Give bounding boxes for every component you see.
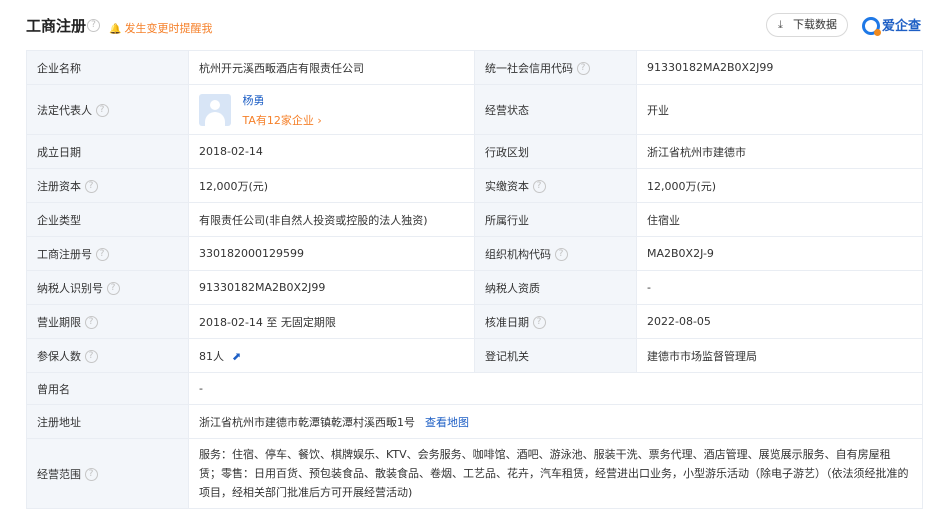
value-reg-number: 330182000129599 (188, 236, 475, 271)
value-industry: 住宿业 (636, 202, 923, 237)
registered-address-text: 浙江省杭州市建德市乾潭镇乾潭村溪西畈1号 (199, 415, 415, 429)
legal-rep-name-link[interactable]: 杨勇 (243, 92, 322, 108)
label-registration-authority: 登记机关 (474, 338, 637, 373)
brand-name: 爱企查 (882, 19, 922, 34)
value-business-status: 开业 (636, 84, 923, 135)
help-icon[interactable]: ? (532, 316, 546, 329)
table-row: 成立日期 2018-02-14 行政区划 浙江省杭州市建德市 (26, 134, 923, 169)
label-business-scope: 经营范围 ? (26, 438, 189, 509)
label-reg-number: 工商注册号 ? (26, 236, 189, 271)
change-alert-label: 发生变更时提醒我 (124, 22, 213, 35)
table-row: 经营范围 ? 服务：住宿、停车、餐饮、棋牌娱乐、KTV、会务服务、咖啡馆、酒吧、… (26, 438, 923, 509)
help-icon[interactable]: ? (95, 248, 109, 261)
value-credit-code: 91330182MA2B0X2J99 (636, 50, 923, 85)
table-row: 注册资本 ? 12,000万(元) 实缴资本 ? 12,000万(元) (26, 168, 923, 203)
value-company-name: 杭州开元溪西畈酒店有限责任公司 (188, 50, 475, 85)
help-icon[interactable]: ? (87, 19, 100, 32)
help-icon[interactable]: ? (576, 62, 590, 75)
table-row: 曾用名 - (26, 372, 923, 405)
label-company-name: 企业名称 (26, 50, 189, 85)
section-header: 工商注册 ? 🔔 发生变更时提醒我 ⤓ 下载数据 爱企查 (0, 0, 952, 50)
insured-count-text: 81人 (199, 349, 224, 363)
table-row: 注册地址 浙江省杭州市建德市乾潭镇乾潭村溪西畈1号 查看地图 (26, 404, 923, 439)
label-org-code-text: 组织机构代码 (485, 247, 551, 261)
label-insured-count: 参保人数 ? (26, 338, 189, 373)
value-approval-date: 2022-08-05 (636, 304, 923, 339)
label-business-scope-text: 经营范围 (37, 467, 81, 481)
value-insured-count: 81人 ⬈ (188, 338, 475, 373)
label-business-term-text: 营业期限 (37, 315, 81, 329)
table-row: 法定代表人 ? 杨勇 TA有12家企业 › 经营状态 开业 (26, 84, 923, 135)
legal-rep-companies-label: TA有12家企业 (242, 113, 314, 127)
value-former-name: - (188, 372, 923, 405)
label-credit-code: 统一社会信用代码 ? (474, 50, 637, 85)
value-establish-date: 2018-02-14 (188, 134, 475, 169)
help-icon[interactable]: ? (532, 180, 546, 193)
value-business-scope: 服务：住宿、停车、餐饮、棋牌娱乐、KTV、会务服务、咖啡馆、酒吧、游泳池、服装干… (188, 438, 923, 509)
legal-rep-companies-link[interactable]: TA有12家企业 › (243, 112, 322, 128)
help-icon[interactable]: ? (84, 468, 98, 481)
download-data-label: 下载数据 (793, 18, 837, 31)
view-map-link[interactable]: 查看地图 (425, 416, 469, 429)
table-row: 参保人数 ? 81人 ⬈ 登记机关 建德市市场监督管理局 (26, 338, 923, 373)
help-icon[interactable]: ? (84, 316, 98, 329)
label-business-term: 营业期限 ? (26, 304, 189, 339)
value-legal-rep: 杨勇 TA有12家企业 › (188, 84, 475, 135)
value-registered-address: 浙江省杭州市建德市乾潭镇乾潭村溪西畈1号 查看地图 (188, 404, 923, 439)
help-icon[interactable]: ? (84, 350, 98, 363)
label-former-name: 曾用名 (26, 372, 189, 405)
value-paid-capital: 12,000万(元) (636, 168, 923, 203)
bell-icon: 🔔 (109, 24, 122, 35)
label-approval-date: 核准日期 ? (474, 304, 637, 339)
label-company-type: 企业类型 (26, 202, 189, 237)
label-approval-date-text: 核准日期 (485, 315, 529, 329)
table-row: 工商注册号 ? 330182000129599 组织机构代码 ? MA2B0X2… (26, 236, 923, 271)
label-credit-code-text: 统一社会信用代码 (485, 61, 573, 75)
table-row: 营业期限 ? 2018-02-14 至 无固定期限 核准日期 ? 2022-08… (26, 304, 923, 339)
help-icon[interactable]: ? (106, 282, 120, 295)
label-registered-capital: 注册资本 ? (26, 168, 189, 203)
trend-chart-icon[interactable]: ⬈ (232, 350, 241, 363)
value-admin-region: 浙江省杭州市建德市 (636, 134, 923, 169)
chevron-right-icon: › (317, 113, 322, 127)
value-company-type: 有限责任公司(非自然人投资或控股的法人独资) (188, 202, 475, 237)
label-insured-count-text: 参保人数 (37, 349, 81, 363)
brand-logo[interactable]: 爱企查 (862, 15, 922, 36)
label-legal-rep: 法定代表人 ? (26, 84, 189, 135)
help-icon[interactable]: ? (84, 180, 98, 193)
help-icon[interactable]: ? (95, 104, 109, 117)
label-registered-address: 注册地址 (26, 404, 189, 439)
label-registered-capital-text: 注册资本 (37, 179, 81, 193)
value-business-term: 2018-02-14 至 无固定期限 (188, 304, 475, 339)
table-row: 纳税人识别号 ? 91330182MA2B0X2J99 纳税人资质 - (26, 270, 923, 305)
label-reg-number-text: 工商注册号 (37, 247, 92, 261)
label-paid-capital: 实缴资本 ? (474, 168, 637, 203)
value-taxpayer-qualification: - (636, 270, 923, 305)
brand-logo-icon (862, 16, 881, 36)
label-taxpayer-id-text: 纳税人识别号 (37, 281, 103, 295)
label-paid-capital-text: 实缴资本 (485, 179, 529, 193)
download-icon: ⤓ (778, 18, 783, 31)
download-data-button[interactable]: ⤓ 下载数据 (766, 13, 848, 37)
label-business-status: 经营状态 (474, 84, 637, 135)
label-admin-region: 行政区划 (474, 134, 637, 169)
label-taxpayer-id: 纳税人识别号 ? (26, 270, 189, 305)
table-row: 企业名称 杭州开元溪西畈酒店有限责任公司 统一社会信用代码 ? 91330182… (26, 50, 923, 85)
table-row: 企业类型 有限责任公司(非自然人投资或控股的法人独资) 所属行业 住宿业 (26, 202, 923, 237)
value-taxpayer-id: 91330182MA2B0X2J99 (188, 270, 475, 305)
value-org-code: MA2B0X2J-9 (636, 236, 923, 271)
help-icon[interactable]: ? (554, 248, 568, 261)
business-registration-table: 企业名称 杭州开元溪西畈酒店有限责任公司 统一社会信用代码 ? 91330182… (26, 50, 923, 509)
label-legal-rep-text: 法定代表人 (37, 103, 92, 117)
avatar[interactable] (199, 93, 231, 126)
section-title: 工商注册 (26, 17, 87, 35)
value-registration-authority: 建德市市场监督管理局 (636, 338, 923, 373)
label-industry: 所属行业 (474, 202, 637, 237)
label-org-code: 组织机构代码 ? (474, 236, 637, 271)
change-alert-link[interactable]: 🔔 发生变更时提醒我 (109, 20, 212, 36)
value-registered-capital: 12,000万(元) (188, 168, 475, 203)
label-establish-date: 成立日期 (26, 134, 189, 169)
label-taxpayer-qualification: 纳税人资质 (474, 270, 637, 305)
